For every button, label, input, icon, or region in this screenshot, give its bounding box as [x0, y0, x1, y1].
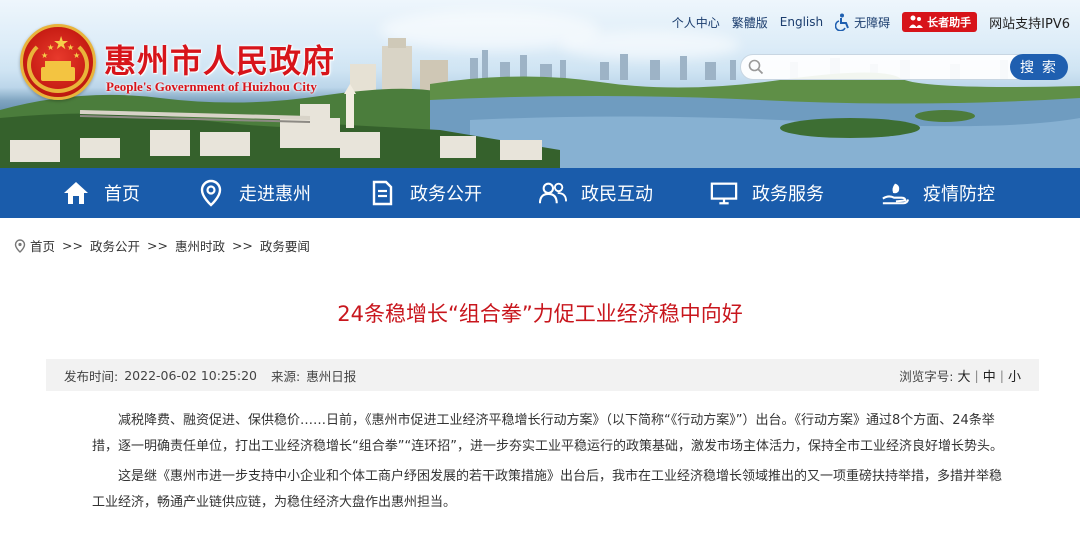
article-title: 24条稳增长“组合拳”力促工业经济稳中向好	[337, 302, 743, 326]
nav-item-home[interactable]: 首页	[62, 168, 140, 218]
document-icon	[368, 179, 396, 207]
location-pin-icon	[197, 179, 225, 207]
font-size-medium-button[interactable]: 中	[983, 366, 996, 385]
breadcrumb-gov-news[interactable]: 政务要闻	[260, 236, 310, 255]
accessibility-link[interactable]: 无障碍	[835, 13, 890, 31]
accessibility-label: 无障碍	[854, 15, 891, 30]
nav-item-about-huizhou[interactable]: 走进惠州	[197, 168, 311, 218]
nav-item-gov-services[interactable]: 政务服务	[710, 168, 824, 218]
publish-time: 2022-06-02 10:25:20	[124, 367, 257, 383]
nav-label: 政务服务	[752, 184, 824, 205]
wheelchair-icon	[835, 13, 850, 31]
location-pin-icon	[14, 238, 26, 253]
nav-label: 疫情防控	[923, 184, 995, 205]
breadcrumb-huizhou-politics[interactable]: 惠州时政	[175, 236, 225, 255]
font-size-label: 浏览字号:	[899, 368, 954, 384]
nav-label: 首页	[104, 184, 140, 205]
home-icon	[62, 179, 90, 207]
article-body: 减税降费、融资促进、保供稳价……日前，《惠州市促进工业经济平稳增长行动方案》（以…	[92, 408, 1010, 516]
breadcrumb-separator: >>	[146, 238, 168, 253]
font-size-small-button[interactable]: 小	[1008, 366, 1021, 385]
nav-item-epidemic-control[interactable]: 疫情防控	[881, 168, 995, 218]
header-banner: ★ ★ ★ ★ ★ 惠州市人民政府 People's Government of…	[0, 0, 1080, 168]
source-label: 来源:	[270, 368, 301, 384]
divider: |	[974, 367, 979, 383]
traditional-chinese-link[interactable]: 繁體版	[732, 14, 768, 31]
article-paragraph: 减税降费、融资促进、保供稳价……日前，《惠州市促进工业经济平稳增长行动方案》（以…	[92, 413, 1003, 454]
publish-time-label: 发布时间:	[64, 368, 119, 384]
breadcrumb-home[interactable]: 首页	[30, 236, 55, 255]
nav-label: 政民互动	[581, 184, 653, 205]
site-title[interactable]: 惠州市人民政府	[104, 36, 335, 82]
breadcrumb-separator: >>	[231, 238, 253, 253]
font-size-controls: 浏览字号: 大 | 中 | 小	[899, 366, 1021, 385]
elder-helper-icon	[909, 15, 924, 28]
breadcrumb-gov-affairs-open[interactable]: 政务公开	[90, 236, 140, 255]
monitor-icon	[710, 179, 738, 207]
search-bar: 搜 索	[740, 54, 1070, 80]
hand-care-icon	[881, 179, 909, 207]
people-icon	[539, 179, 567, 207]
nav-item-gov-affairs-open[interactable]: 政务公开	[368, 168, 482, 218]
article-paragraph: 这是继《惠州市进一步支持中小企业和个体工商户纾困发展的若干政策措施》出台后，我市…	[92, 469, 1003, 510]
ipv6-support-text: 网站支持IPV6	[989, 16, 1070, 32]
article-meta-bar: 发布时间: 2022-06-02 10:25:20 来源: 惠州日报 浏览字号:…	[46, 359, 1039, 391]
search-icon	[748, 59, 764, 75]
breadcrumb-separator: >>	[62, 238, 83, 253]
site-subtitle: People's Government of Huizhou City	[106, 79, 317, 94]
top-links-bar: 个人中心 繁體版 English 无障碍 长者助手 网站支持IPV6	[672, 10, 1070, 34]
source-value: 惠州日报	[306, 368, 357, 384]
font-size-large-button[interactable]: 大	[958, 366, 971, 385]
national-emblem-logo: ★ ★ ★ ★ ★	[20, 24, 96, 100]
divider: |	[999, 367, 1004, 383]
nav-item-interaction[interactable]: 政民互动	[539, 168, 653, 218]
nav-label: 走进惠州	[239, 184, 311, 205]
english-link[interactable]: English	[780, 15, 823, 29]
main-nav: 首页 走进惠州 政务公开 政民互动 政务服务 疫情防控	[0, 168, 1080, 218]
breadcrumb: 首页 >> 政务公开 >> 惠州时政 >> 政务要闻	[14, 236, 310, 255]
elder-helper-button[interactable]: 长者助手	[902, 12, 978, 32]
personal-center-link[interactable]: 个人中心	[672, 14, 720, 31]
search-input[interactable]	[740, 54, 1020, 80]
nav-label: 政务公开	[410, 184, 482, 205]
search-button[interactable]: 搜 索	[1010, 54, 1068, 80]
elder-helper-label: 长者助手	[927, 16, 972, 29]
